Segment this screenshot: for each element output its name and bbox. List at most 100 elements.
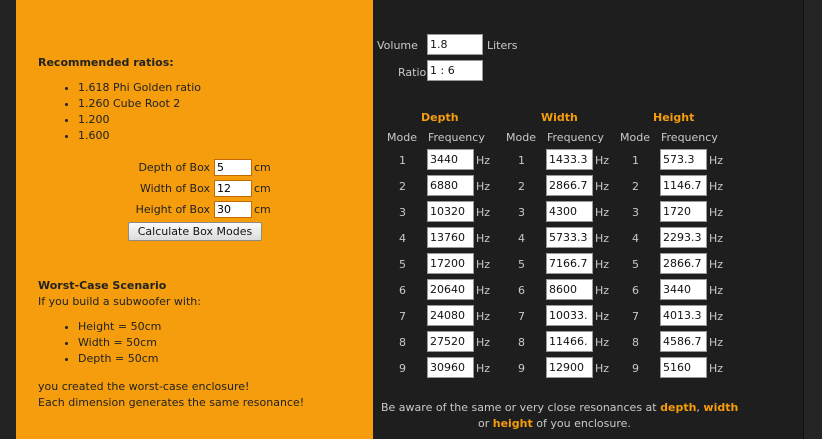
height-mode-header: Mode bbox=[620, 131, 650, 144]
height-frequency-header: Frequency bbox=[661, 131, 718, 144]
width-hz-unit: Hz bbox=[595, 180, 610, 193]
ratio-list: 1.618 Phi Golden ratio 1.260 Cube Root 2… bbox=[38, 80, 201, 144]
height-frequency-input[interactable] bbox=[660, 253, 707, 274]
height-frequency-input[interactable] bbox=[660, 357, 707, 378]
height-mode-number: 3 bbox=[632, 206, 639, 219]
height-mode-number: 9 bbox=[632, 362, 639, 375]
depth-frequency-input[interactable] bbox=[427, 201, 474, 222]
width-frequency-input[interactable] bbox=[546, 331, 593, 352]
width-mode-number: 9 bbox=[518, 362, 525, 375]
width-mode-number: 4 bbox=[518, 232, 525, 245]
calculate-box-modes-button[interactable]: Calculate Box Modes bbox=[128, 222, 262, 241]
depth-hz-unit: Hz bbox=[476, 284, 491, 297]
depth-row: Depth of Box cm bbox=[112, 159, 352, 177]
width-mode-number: 6 bbox=[518, 284, 525, 297]
depth-mode-number: 5 bbox=[399, 258, 406, 271]
width-unit: cm bbox=[254, 182, 271, 195]
width-mode-header: Mode bbox=[506, 131, 536, 144]
height-row: Height of Box cm bbox=[112, 201, 352, 219]
width-hz-unit: Hz bbox=[595, 154, 610, 167]
height-mode-number: 7 bbox=[632, 310, 639, 323]
note-height: height bbox=[492, 417, 533, 430]
worst-case-subtitle: If you build a subwoofer with: bbox=[38, 295, 201, 308]
height-frequency-input[interactable] bbox=[660, 175, 707, 196]
depth-frequency-input[interactable] bbox=[427, 149, 474, 170]
height-mode-number: 1 bbox=[632, 154, 639, 167]
width-mode-number: 8 bbox=[518, 336, 525, 349]
depth-mode-number: 9 bbox=[399, 362, 406, 375]
depth-mode-number: 2 bbox=[399, 180, 406, 193]
resonance-note-line-2: or height of you enclosure. bbox=[478, 417, 631, 430]
depth-frequency-input[interactable] bbox=[427, 357, 474, 378]
depth-mode-number: 8 bbox=[399, 336, 406, 349]
height-input[interactable] bbox=[214, 201, 252, 218]
recommended-ratios-title: Recommended ratios: bbox=[38, 56, 174, 69]
left-edge-strip bbox=[0, 0, 16, 439]
height-frequency-input[interactable] bbox=[660, 201, 707, 222]
depth-hz-unit: Hz bbox=[476, 258, 491, 271]
width-hz-unit: Hz bbox=[595, 258, 610, 271]
note-width: width bbox=[703, 401, 739, 414]
width-frequency-input[interactable] bbox=[546, 201, 593, 222]
depth-hz-unit: Hz bbox=[476, 154, 491, 167]
width-hz-unit: Hz bbox=[595, 206, 610, 219]
width-mode-number: 3 bbox=[518, 206, 525, 219]
height-unit: cm bbox=[254, 203, 271, 216]
depth-frequency-input[interactable] bbox=[427, 331, 474, 352]
box-input-panel: Recommended ratios: 1.618 Phi Golden rat… bbox=[16, 0, 373, 439]
width-frequency-input[interactable] bbox=[546, 253, 593, 274]
depth-frequency-input[interactable] bbox=[427, 305, 474, 326]
modes-result-panel: Volume Liters Ratio Depth Mode Frequency 1 H… bbox=[373, 0, 803, 439]
width-frequency-input[interactable] bbox=[546, 149, 593, 170]
resonance-note-line-1: Be aware of the same or very close reson… bbox=[381, 401, 738, 414]
depth-hz-unit: Hz bbox=[476, 206, 491, 219]
depth-frequency-input[interactable] bbox=[427, 253, 474, 274]
right-edge-strip bbox=[803, 0, 822, 439]
depth-frequency-input[interactable] bbox=[427, 279, 474, 300]
list-item: 1.600 bbox=[78, 128, 201, 144]
width-frequency-input[interactable] bbox=[546, 305, 593, 326]
width-frequency-input[interactable] bbox=[546, 227, 593, 248]
depth-unit: cm bbox=[254, 161, 271, 174]
depth-input[interactable] bbox=[214, 159, 252, 176]
width-column-title: Width bbox=[541, 111, 578, 124]
depth-mode-number: 7 bbox=[399, 310, 406, 323]
depth-frequency-input[interactable] bbox=[427, 175, 474, 196]
width-frequency-input[interactable] bbox=[546, 175, 593, 196]
note-or: or bbox=[478, 417, 493, 430]
width-frequency-input[interactable] bbox=[546, 279, 593, 300]
width-frequency-input[interactable] bbox=[546, 357, 593, 378]
height-frequency-input[interactable] bbox=[660, 331, 707, 352]
list-item: Height = 50cm bbox=[78, 319, 161, 335]
height-mode-number: 8 bbox=[632, 336, 639, 349]
height-hz-unit: Hz bbox=[709, 154, 724, 167]
depth-column-title: Depth bbox=[421, 111, 459, 124]
height-frequency-input[interactable] bbox=[660, 305, 707, 326]
worst-case-title: Worst-Case Scenario bbox=[38, 279, 167, 292]
width-input[interactable] bbox=[214, 180, 252, 197]
width-mode-number: 1 bbox=[518, 154, 525, 167]
depth-hz-unit: Hz bbox=[476, 180, 491, 193]
height-frequency-input[interactable] bbox=[660, 227, 707, 248]
width-mode-number: 7 bbox=[518, 310, 525, 323]
volume-unit: Liters bbox=[487, 39, 518, 52]
height-mode-number: 4 bbox=[632, 232, 639, 245]
height-hz-unit: Hz bbox=[709, 310, 724, 323]
height-hz-unit: Hz bbox=[709, 336, 724, 349]
width-hz-unit: Hz bbox=[595, 310, 610, 323]
depth-hz-unit: Hz bbox=[476, 310, 491, 323]
height-mode-number: 2 bbox=[632, 180, 639, 193]
height-frequency-input[interactable] bbox=[660, 279, 707, 300]
volume-input[interactable] bbox=[427, 34, 483, 55]
width-frequency-header: Frequency bbox=[547, 131, 604, 144]
list-item: 1.260 Cube Root 2 bbox=[78, 96, 201, 112]
height-hz-unit: Hz bbox=[709, 232, 724, 245]
depth-mode-number: 6 bbox=[399, 284, 406, 297]
height-frequency-input[interactable] bbox=[660, 149, 707, 170]
list-item: 1.618 Phi Golden ratio bbox=[78, 80, 201, 96]
depth-frequency-input[interactable] bbox=[427, 227, 474, 248]
depth-frequency-header: Frequency bbox=[428, 131, 485, 144]
depth-mode-number: 3 bbox=[399, 206, 406, 219]
ratio-input[interactable] bbox=[427, 60, 483, 81]
note-end: of you enclosure. bbox=[532, 417, 631, 430]
